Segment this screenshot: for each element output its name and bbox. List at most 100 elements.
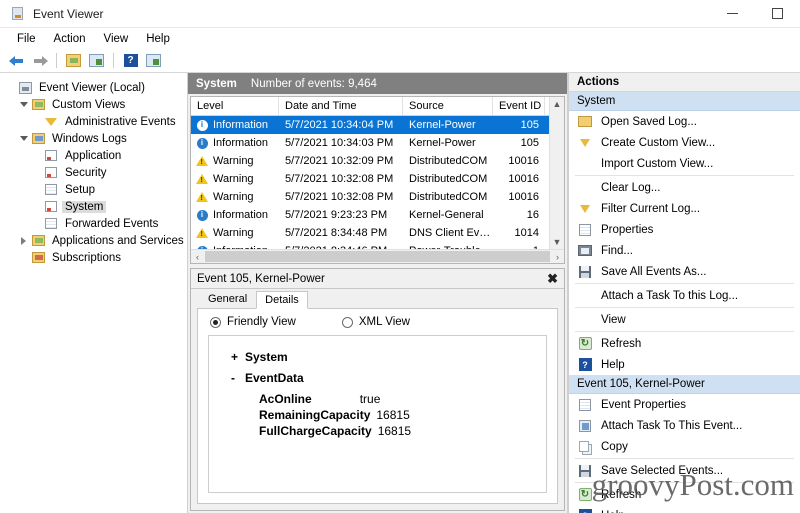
tree-item-label: Forwarded Events xyxy=(65,217,159,230)
action-item-label: Create Custom View... xyxy=(601,136,716,149)
menu-item-file[interactable]: File xyxy=(8,31,45,47)
radio-xml-view[interactable]: XML View xyxy=(341,316,410,328)
action-item-attach-task-to-this-event[interactable]: Attach Task To This Event... xyxy=(569,415,800,436)
chevron-down-icon[interactable] xyxy=(17,136,30,141)
detail-field-key: FullChargeCapacity xyxy=(259,424,372,438)
tree-item-subscriptions[interactable]: Subscriptions xyxy=(4,249,187,266)
show-hide-console-tree-icon[interactable] xyxy=(86,51,107,71)
cell-source: Kernel-Power xyxy=(409,137,476,149)
detail-node-eventdata[interactable]: - EventData xyxy=(231,371,546,385)
cell-date-time: 5/7/2021 9:23:23 PM xyxy=(285,209,388,221)
action-item-save-all-events-as[interactable]: Save All Events As... xyxy=(569,261,800,282)
save-icon xyxy=(577,265,593,278)
minimize-button[interactable] xyxy=(710,0,755,28)
action-item-label: Attach a Task To this Log... xyxy=(601,289,739,302)
back-icon[interactable] xyxy=(6,51,27,71)
save-icon xyxy=(577,464,593,477)
cell-task: (1 xyxy=(545,227,549,239)
action-item-import-custom-view[interactable]: Import Custom View... xyxy=(569,153,800,174)
tree-item-custom-views[interactable]: Custom Views xyxy=(4,96,187,113)
detail-field: RemainingCapacity 16815 xyxy=(231,408,546,422)
expander-icon[interactable]: - xyxy=(231,371,245,385)
maximize-button[interactable] xyxy=(755,0,800,28)
menu-item-help[interactable]: Help xyxy=(137,31,179,47)
tree-item-windows-logs[interactable]: Windows Logs xyxy=(4,130,187,147)
cell-level: Information xyxy=(213,119,269,131)
column-header-date-and-time[interactable]: Date and Time xyxy=(279,97,403,115)
tree-item-label: Applications and Services Logs xyxy=(52,234,187,247)
column-header-source[interactable]: Source xyxy=(403,97,493,115)
radio-friendly-view[interactable]: Friendly View xyxy=(210,316,296,328)
show-hide-action-pane-icon[interactable] xyxy=(143,51,164,71)
expander-icon[interactable]: + xyxy=(231,350,245,364)
actions-divider xyxy=(575,458,794,459)
event-list-vertical-scrollbar[interactable]: ▲ ▼ xyxy=(549,97,564,249)
action-item-properties[interactable]: Properties xyxy=(569,219,800,240)
chevron-right-icon[interactable] xyxy=(17,236,30,245)
table-row[interactable]: Warning 5/7/2021 10:32:09 PM DistributedCO… xyxy=(191,152,549,170)
actions-divider xyxy=(575,331,794,332)
cell-task: No xyxy=(545,191,549,203)
actions-group-log: System xyxy=(569,92,800,111)
column-header-event-id[interactable]: Event ID xyxy=(493,97,545,115)
action-item-refresh[interactable]: ↻ Refresh xyxy=(569,333,800,354)
column-header-level[interactable]: Level xyxy=(191,97,279,115)
window-title: Event Viewer xyxy=(33,6,104,21)
table-row[interactable]: Warning 5/7/2021 8:34:48 PM DNS Client Eve… xyxy=(191,224,549,242)
scroll-down-icon[interactable]: ▼ xyxy=(553,237,562,247)
cell-task: N xyxy=(545,245,549,249)
action-item-create-custom-view[interactable]: Create Custom View... xyxy=(569,132,800,153)
radio-dot-icon xyxy=(341,316,353,328)
action-item-view[interactable]: View xyxy=(569,309,800,330)
tree-item-application[interactable]: Application xyxy=(4,147,187,164)
forward-icon[interactable] xyxy=(29,51,50,71)
scroll-right-icon[interactable]: › xyxy=(551,252,564,262)
main-panes: Event Viewer (Local) Custom Views Administ… xyxy=(0,73,800,513)
action-item-filter-current-log[interactable]: Filter Current Log... xyxy=(569,198,800,219)
action-item-attach-a-task-to-this-log[interactable]: Attach a Task To this Log... xyxy=(569,285,800,306)
tree-item-applications-and-services-logs[interactable]: Applications and Services Logs xyxy=(4,232,187,249)
detail-node-system[interactable]: + System xyxy=(231,350,546,364)
detail-field-value: 16815 xyxy=(377,424,412,438)
tree-item-security[interactable]: Security xyxy=(4,164,187,181)
action-item-open-saved-log[interactable]: Open Saved Log... xyxy=(569,111,800,132)
folder-icon[interactable] xyxy=(63,51,84,71)
table-row[interactable]: Warning 5/7/2021 10:32:08 PM DistributedCO… xyxy=(191,188,549,206)
properties-icon xyxy=(577,223,593,236)
cell-date-time: 5/7/2021 10:32:09 PM xyxy=(285,155,394,167)
actions-group-event: Event 105, Kernel-Power xyxy=(569,375,800,394)
table-row[interactable]: i Information 5/7/2021 10:34:04 PM Kernel-P… xyxy=(191,116,549,134)
tab-details[interactable]: Details xyxy=(256,291,308,309)
action-item-help[interactable]: ? Help xyxy=(569,505,800,513)
help-icon[interactable]: ? xyxy=(120,51,141,71)
action-item-event-properties[interactable]: Event Properties xyxy=(569,394,800,415)
tree-item-label: Windows Logs xyxy=(52,132,127,145)
cell-source: DistributedCOM xyxy=(409,173,488,185)
tree-item-administrative-events[interactable]: Administrative Events xyxy=(4,113,187,130)
action-item-copy[interactable]: Copy xyxy=(569,436,800,457)
table-row[interactable]: i Information 5/7/2021 9:23:23 PM Kernel-Ge… xyxy=(191,206,549,224)
scroll-up-icon[interactable]: ▲ xyxy=(553,99,562,109)
tree-item-system[interactable]: System xyxy=(4,198,187,215)
action-item-find[interactable]: Find... xyxy=(569,240,800,261)
tree-item-event-viewer-local[interactable]: Event Viewer (Local) xyxy=(4,79,187,96)
horizontal-scroll-thumb[interactable] xyxy=(205,251,550,262)
tree-item-forwarded-events[interactable]: Forwarded Events xyxy=(4,215,187,232)
scroll-left-icon[interactable]: ‹ xyxy=(191,252,204,262)
tree-item-setup[interactable]: Setup xyxy=(4,181,187,198)
menu-item-view[interactable]: View xyxy=(95,31,138,47)
tree-item-label: Subscriptions xyxy=(52,251,122,264)
event-list-horizontal-scrollbar[interactable]: ‹ › xyxy=(191,249,564,263)
table-row[interactable]: Warning 5/7/2021 10:32:08 PM DistributedCO… xyxy=(191,170,549,188)
close-icon[interactable]: ✖ xyxy=(547,271,558,287)
results-event-count: Number of events: 9,464 xyxy=(250,77,377,90)
chevron-down-icon[interactable] xyxy=(17,102,30,107)
tab-general[interactable]: General xyxy=(199,290,256,308)
action-item-label: Help xyxy=(601,510,625,513)
table-row[interactable]: iInformation5/7/2021 8:34:46 PMPower-Tro… xyxy=(191,242,549,249)
menu-item-action[interactable]: Action xyxy=(45,31,95,47)
action-item-clear-log[interactable]: Clear Log... xyxy=(569,177,800,198)
event-list-column-headers: LevelDate and TimeSourceEvent IDTa xyxy=(191,97,563,116)
action-item-help[interactable]: ? Help xyxy=(569,354,800,375)
table-row[interactable]: i Information 5/7/2021 10:34:03 PM Kernel-P… xyxy=(191,134,549,152)
